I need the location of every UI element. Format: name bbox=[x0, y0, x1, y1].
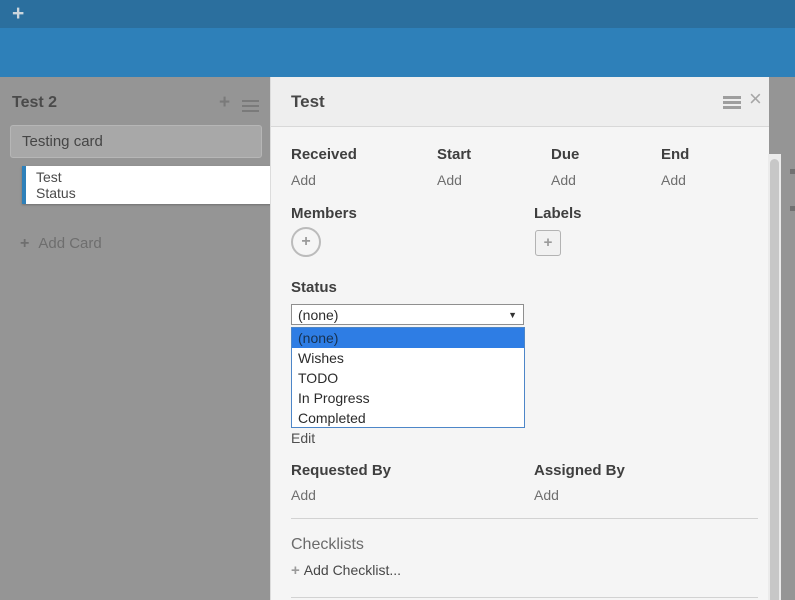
board-edge-strip bbox=[781, 154, 795, 600]
list-hamburger-icon[interactable] bbox=[242, 100, 259, 112]
close-icon[interactable]: × bbox=[749, 85, 762, 113]
plus-icon: + bbox=[544, 234, 553, 251]
plus-icon: + bbox=[301, 233, 310, 250]
card-test-selected[interactable]: Test Status bbox=[22, 166, 274, 204]
add-card-label: Add Card bbox=[38, 235, 101, 252]
board-header-bar bbox=[0, 28, 795, 77]
scrollbar-thumb[interactable] bbox=[770, 159, 779, 600]
requested-by-label: Requested By bbox=[291, 462, 391, 479]
add-member-button[interactable]: + bbox=[291, 227, 321, 257]
labels-label: Labels bbox=[534, 205, 582, 222]
list-add-card-icon[interactable]: + bbox=[219, 93, 230, 113]
card-testing-card[interactable]: Testing card bbox=[10, 125, 262, 158]
status-option-wishes[interactable]: Wishes bbox=[292, 348, 524, 368]
checklists-heading: Checklists bbox=[291, 536, 364, 554]
requested-by-add-link[interactable]: Add bbox=[291, 487, 316, 503]
list-title: Test 2 bbox=[12, 94, 57, 112]
card-detail-header: Test × bbox=[271, 77, 769, 127]
status-option-in-progress[interactable]: In Progress bbox=[292, 388, 524, 408]
members-label: Members bbox=[291, 205, 357, 222]
card-detail-title: Test bbox=[291, 92, 325, 112]
status-select[interactable]: (none) ▼ bbox=[291, 304, 524, 325]
due-add-link[interactable]: Add bbox=[551, 172, 576, 188]
vertical-scrollbar[interactable] bbox=[768, 154, 781, 600]
received-add-link[interactable]: Add bbox=[291, 172, 316, 188]
assigned-by-label: Assigned By bbox=[534, 462, 625, 479]
card-subtitle: Status bbox=[36, 185, 274, 201]
add-checklist-label: Add Checklist... bbox=[304, 562, 401, 578]
chevron-down-icon: ▼ bbox=[508, 310, 517, 320]
status-option-none[interactable]: (none) bbox=[292, 328, 524, 348]
plus-icon: + bbox=[291, 562, 300, 579]
card-menu-hamburger-icon[interactable] bbox=[723, 96, 741, 109]
card-title: Testing card bbox=[22, 133, 261, 150]
add-board-icon[interactable]: + bbox=[12, 1, 24, 27]
add-checklist-button[interactable]: +Add Checklist... bbox=[291, 562, 401, 579]
end-add-link[interactable]: Add bbox=[661, 172, 686, 188]
divider bbox=[291, 518, 758, 519]
status-dropdown-list: (none) Wishes TODO In Progress Completed bbox=[291, 327, 525, 428]
clipped-icon bbox=[790, 206, 795, 211]
clipped-icon bbox=[790, 169, 795, 174]
top-navigation-bar: + bbox=[0, 0, 795, 28]
status-option-todo[interactable]: TODO bbox=[292, 368, 524, 388]
app-window: + Test 2 + Testing card Test Status +Add… bbox=[0, 0, 795, 600]
due-label: Due bbox=[551, 146, 579, 163]
assigned-by-add-link[interactable]: Add bbox=[534, 487, 559, 503]
status-edit-link[interactable]: Edit bbox=[291, 430, 315, 446]
status-label: Status bbox=[291, 279, 337, 296]
plus-icon: + bbox=[20, 235, 29, 252]
start-add-link[interactable]: Add bbox=[437, 172, 462, 188]
start-label: Start bbox=[437, 146, 471, 163]
divider bbox=[291, 597, 758, 598]
add-label-button[interactable]: + bbox=[535, 230, 561, 256]
card-detail-panel: Test × Received Start Due End Add Add Ad… bbox=[270, 77, 769, 600]
board-canvas: Test 2 + Testing card Test Status +Add C… bbox=[0, 77, 795, 600]
list-test2: Test 2 + Testing card Test Status +Add C… bbox=[0, 77, 270, 600]
add-card-button[interactable]: + Add Card bbox=[20, 235, 102, 253]
end-label: End bbox=[661, 146, 689, 163]
received-label: Received bbox=[291, 146, 357, 163]
card-title: Test bbox=[36, 169, 274, 185]
status-selected-value: (none) bbox=[298, 307, 338, 323]
status-option-completed[interactable]: Completed bbox=[292, 408, 524, 428]
